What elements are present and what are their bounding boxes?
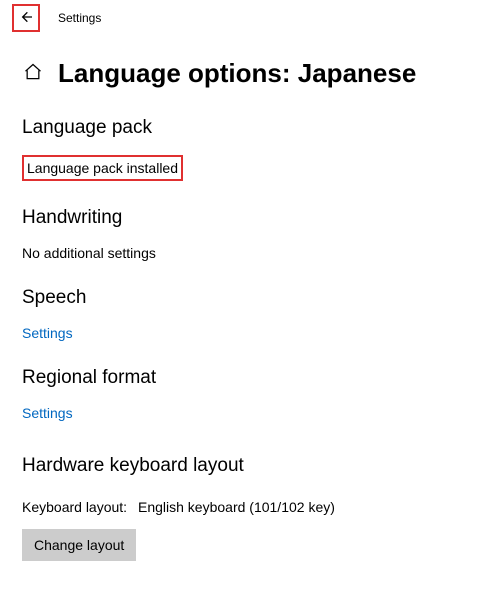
section-language-pack: Language pack Language pack installed bbox=[22, 117, 478, 181]
section-hardware-keyboard: Hardware keyboard layout Keyboard layout… bbox=[22, 455, 478, 561]
content-area: Language options: Japanese Language pack… bbox=[0, 36, 500, 561]
heading-regional-format: Regional format bbox=[22, 367, 478, 389]
heading-language-pack: Language pack bbox=[22, 117, 478, 139]
language-pack-status-highlight: Language pack installed bbox=[22, 155, 183, 181]
speech-settings-link[interactable]: Settings bbox=[22, 325, 478, 341]
titlebar: Settings bbox=[0, 0, 500, 36]
section-handwriting: Handwriting No additional settings bbox=[22, 207, 478, 261]
language-pack-status: Language pack installed bbox=[27, 160, 178, 176]
page-title: Language options: Japanese bbox=[58, 58, 416, 89]
heading-hardware-keyboard: Hardware keyboard layout bbox=[22, 455, 478, 477]
section-speech: Speech Settings bbox=[22, 287, 478, 341]
page-header: Language options: Japanese bbox=[22, 58, 478, 89]
keyboard-layout-row: Keyboard layout: English keyboard (101/1… bbox=[22, 499, 478, 515]
heading-handwriting: Handwriting bbox=[22, 207, 478, 229]
heading-speech: Speech bbox=[22, 287, 478, 309]
section-regional-format: Regional format Settings bbox=[22, 367, 478, 421]
keyboard-layout-value: English keyboard (101/102 key) bbox=[138, 499, 335, 515]
back-button[interactable] bbox=[12, 4, 40, 32]
app-title: Settings bbox=[58, 11, 101, 25]
keyboard-layout-label: Keyboard layout: bbox=[22, 499, 138, 515]
home-icon bbox=[23, 62, 43, 85]
regional-format-settings-link[interactable]: Settings bbox=[22, 405, 478, 421]
home-button[interactable] bbox=[22, 63, 44, 85]
arrow-left-icon bbox=[18, 9, 34, 28]
handwriting-status: No additional settings bbox=[22, 245, 478, 261]
change-layout-button[interactable]: Change layout bbox=[22, 529, 136, 561]
